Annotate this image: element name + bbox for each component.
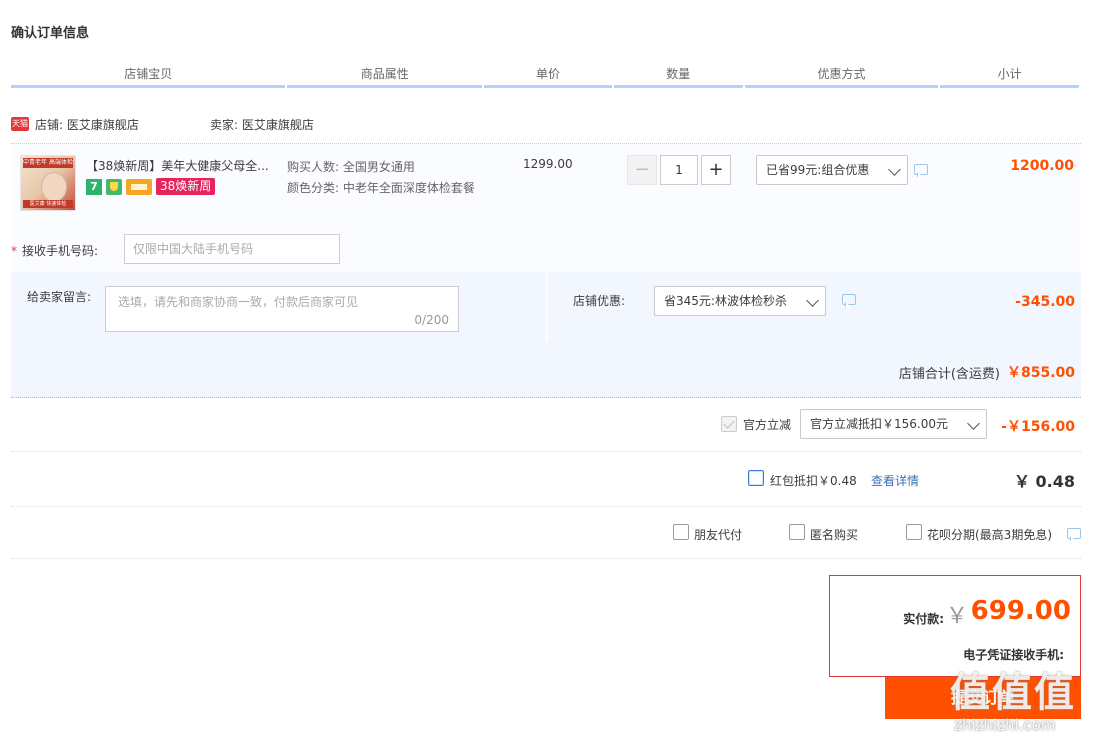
official-discount-label: 官方立减 xyxy=(743,418,792,432)
official-discount-amount: -￥156.00 xyxy=(1001,419,1075,435)
huabei-label: 花呗分期(最高3期免息) xyxy=(927,528,1052,542)
payment-options-row: 朋友代付 匿名购买 花呗分期(最高3期免息) xyxy=(11,507,1081,559)
payment-summary: 实付款: ￥ 699.00 电子凭证接收手机: xyxy=(829,575,1081,677)
event-badge[interactable]: 38焕新周 xyxy=(156,178,216,195)
message-textarea[interactable]: 选填，请先和商家协商一致，付款后商家可见 0/200 xyxy=(105,286,459,332)
store-info: 天猫 店铺: 医艾康旗舰店 xyxy=(11,114,139,134)
header-store-item: 店铺宝贝 xyxy=(11,62,286,88)
credit-card-icon[interactable] xyxy=(126,178,152,195)
store-promo-value: 省345元:林波体检秒杀 xyxy=(664,294,787,308)
attr-color-value: 中老年全面深度体检套餐 xyxy=(342,181,475,195)
pay-label: 实付款: xyxy=(903,612,944,626)
official-discount-row: 官方立减 官方立减抵扣￥156.00元 -￥156.00 xyxy=(11,398,1081,452)
store-total-section: 店铺合计(含运费) ￥855.00 xyxy=(11,342,1081,398)
quantity-stepper: − 1 + xyxy=(627,155,731,185)
header-attributes: 商品属性 xyxy=(287,62,483,88)
submit-order-button[interactable]: 提交订单 xyxy=(885,677,1081,719)
product-thumbnail[interactable]: 中青老年 高端体检 医艾康 快速体检 xyxy=(20,155,76,211)
official-discount-select[interactable]: 官方立减抵扣￥156.00元 xyxy=(800,409,987,439)
chat-icon[interactable] xyxy=(914,164,928,175)
order-block: 中青老年 高端体检 医艾康 快速体检 【38焕新周】美年大健康父母全... 7 … xyxy=(11,143,1081,398)
product-attributes: 购买人数: 全国男女通用 颜色分类: 中老年全面深度体检套餐 xyxy=(287,157,487,199)
store-promo-select[interactable]: 省345元:林波体检秒杀 xyxy=(654,286,826,316)
official-discount-value: 官方立减抵扣￥156.00元 xyxy=(810,417,948,431)
quantity-input[interactable]: 1 xyxy=(660,155,698,185)
message-label: 给卖家留言: xyxy=(27,290,92,304)
header-quantity: 数量 xyxy=(613,62,743,88)
item-discount-value: 已省99元:组合优惠 xyxy=(766,163,870,177)
phone-label: * 接收手机号码: xyxy=(11,242,98,259)
seven-day-return-icon[interactable]: 7 xyxy=(86,178,102,195)
anonymous-label: 匿名购买 xyxy=(810,528,859,542)
chevron-down-icon xyxy=(806,294,819,307)
store-promo-label: 店铺优惠: xyxy=(573,294,626,308)
redpacket-details-link[interactable]: 查看详情 xyxy=(871,472,919,489)
phone-input[interactable]: 仅限中国大陆手机号码 xyxy=(124,234,340,264)
page-title: 确认订单信息 xyxy=(11,26,90,41)
redpacket-checkbox[interactable] xyxy=(748,470,764,486)
redpacket-row: 红包抵扣￥0.48 查看详情 ￥ 0.48 xyxy=(11,452,1081,507)
store-total-label: 店铺合计(含运费) xyxy=(898,367,1000,382)
store-promo-section: 店铺优惠: 省345元:林波体检秒杀 -345.00 xyxy=(548,272,1081,342)
item-discount-select[interactable]: 已省99元:组合优惠 xyxy=(756,155,908,185)
item-subtotal: 1200.00 xyxy=(1010,158,1074,174)
thumb-caption-bottom: 医艾康 快速体检 xyxy=(23,200,73,208)
friend-pay-checkbox[interactable] xyxy=(673,524,689,540)
redpacket-amount: ￥ 0.48 xyxy=(1013,472,1075,491)
store-total-value: ￥855.00 xyxy=(1006,365,1075,381)
table-header: 店铺宝贝 商品属性 单价 数量 优惠方式 小计 xyxy=(11,62,1081,88)
chat-icon[interactable] xyxy=(1067,528,1081,539)
service-badges: 7 38焕新周 xyxy=(86,178,216,195)
pay-currency: ￥ xyxy=(945,604,968,629)
tmall-icon: 天猫 xyxy=(11,117,29,131)
header-discount: 优惠方式 xyxy=(744,62,939,88)
official-discount-checkbox[interactable] xyxy=(721,416,737,432)
chevron-down-icon xyxy=(967,417,980,430)
message-char-count: 0/200 xyxy=(414,313,449,327)
huabei-checkbox[interactable] xyxy=(906,524,922,540)
chevron-down-icon xyxy=(888,163,901,176)
redpacket-label: 红包抵扣￥0.48 xyxy=(770,474,857,488)
header-unit-price: 单价 xyxy=(484,62,612,88)
header-subtotal: 小计 xyxy=(940,62,1079,88)
message-placeholder: 选填，请先和商家协商一致，付款后商家可见 xyxy=(118,295,359,309)
store-promo-amount: -345.00 xyxy=(1015,294,1075,310)
friend-pay-label: 朋友代付 xyxy=(694,528,743,542)
thumb-portrait xyxy=(41,172,67,202)
attr-color-key: 颜色分类: xyxy=(287,181,340,195)
message-section: 给卖家留言: 选填，请先和商家协商一致，付款后商家可见 0/200 xyxy=(11,272,545,342)
unit-price: 1299.00 xyxy=(523,157,573,171)
guarantee-shield-icon[interactable] xyxy=(106,178,122,195)
quantity-plus-button[interactable]: + xyxy=(701,155,731,185)
seller-name[interactable]: 卖家: 医艾康旗舰店 xyxy=(210,116,314,133)
phone-label-text: 接收手机号码: xyxy=(22,244,99,258)
order-item: 中青老年 高端体检 医艾康 快速体检 【38焕新周】美年大健康父母全... 7 … xyxy=(11,144,1081,272)
store-name-link[interactable]: 店铺: 医艾康旗舰店 xyxy=(35,116,139,133)
anonymous-checkbox[interactable] xyxy=(789,524,805,540)
quantity-minus-button[interactable]: − xyxy=(627,155,657,185)
pay-amount: 699.00 xyxy=(970,596,1071,626)
required-mark: * xyxy=(11,244,17,258)
attr-buyer-key: 购买人数: xyxy=(287,160,340,174)
product-title-link[interactable]: 【38焕新周】美年大健康父母全... xyxy=(86,157,286,174)
attr-buyer-value: 全国男女通用 xyxy=(342,160,415,174)
voucher-phone-label: 电子凭证接收手机: xyxy=(963,648,1064,662)
chat-icon[interactable] xyxy=(842,294,856,305)
thumb-caption-top: 中青老年 高端体检 xyxy=(23,158,73,168)
